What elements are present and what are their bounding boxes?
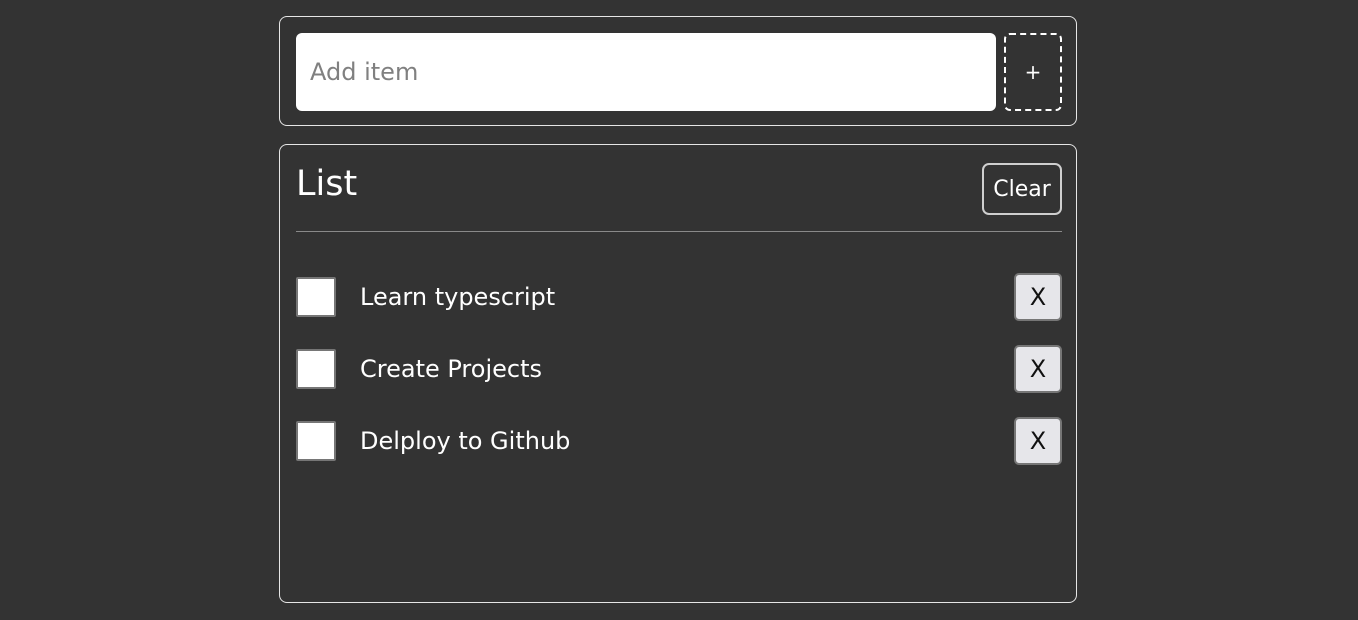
list-item: Delploy to Github X xyxy=(296,417,1062,465)
list-title: List xyxy=(296,164,358,204)
item-checkbox[interactable] xyxy=(296,349,336,389)
item-label: Learn typescript xyxy=(360,283,556,311)
todo-list: Learn typescript X Create Projects X Del… xyxy=(296,273,1062,489)
item-checkbox[interactable] xyxy=(296,421,336,461)
add-item-form: + xyxy=(279,16,1077,126)
list-item: Learn typescript X xyxy=(296,273,1062,321)
remove-item-button[interactable]: X xyxy=(1014,417,1062,465)
divider xyxy=(296,231,1062,232)
list-panel: List Clear Learn typescript X Create Pro… xyxy=(279,144,1077,603)
list-item: Create Projects X xyxy=(296,345,1062,393)
item-label: Delploy to Github xyxy=(360,427,571,455)
remove-item-button[interactable]: X xyxy=(1014,345,1062,393)
add-item-button[interactable]: + xyxy=(1004,33,1062,111)
clear-button[interactable]: Clear xyxy=(982,163,1062,215)
add-item-input[interactable] xyxy=(296,33,996,111)
remove-item-button[interactable]: X xyxy=(1014,273,1062,321)
item-checkbox[interactable] xyxy=(296,277,336,317)
item-label: Create Projects xyxy=(360,355,542,383)
